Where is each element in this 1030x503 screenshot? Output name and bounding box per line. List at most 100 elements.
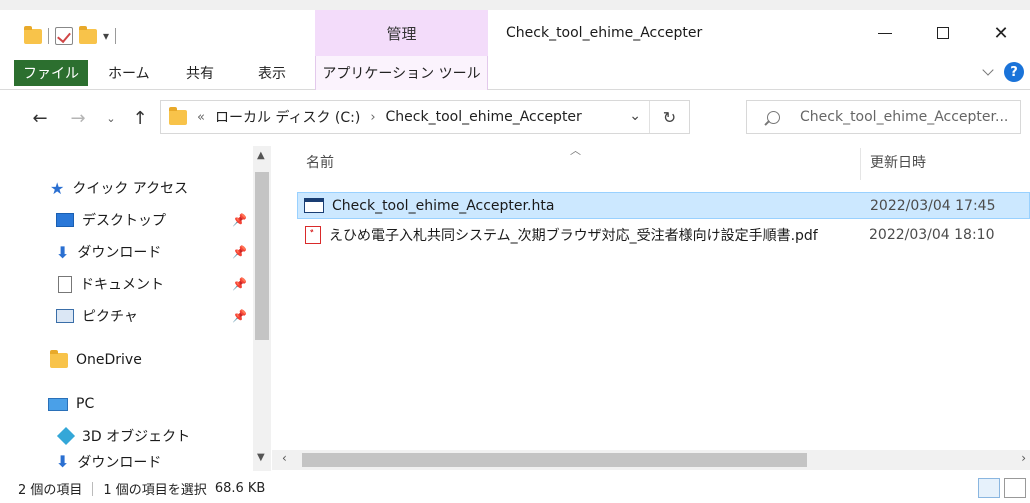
status-divider xyxy=(92,481,94,496)
minimize-button[interactable] xyxy=(856,10,914,56)
file-row-hta[interactable]: Check_tool_ehime_Accepter.hta 2022/03/04… xyxy=(297,192,1030,219)
download-arrow-icon: ⬇ xyxy=(56,452,70,471)
tab-view[interactable]: 表示 xyxy=(258,60,286,86)
tab-share[interactable]: 共有 xyxy=(186,60,214,86)
forward-button[interactable]: → xyxy=(64,106,92,130)
nav-item-documents[interactable]: ドキュメント 📌 xyxy=(58,270,256,298)
file-name: Check_tool_ehime_Accepter.hta xyxy=(332,197,555,214)
pictures-icon xyxy=(56,309,74,323)
column-header-name[interactable]: 名前 xyxy=(306,152,334,172)
item-count: 2 個の項目 xyxy=(18,483,83,498)
breadcrumb-separator[interactable]: › xyxy=(370,110,375,125)
window-top-edge xyxy=(0,0,1030,10)
folder-icon[interactable] xyxy=(24,25,42,44)
ribbon-right-controls: ? xyxy=(982,62,1024,82)
document-icon xyxy=(58,275,72,293)
nav-label: ドキュメント xyxy=(80,277,164,293)
nav-label: ダウンロード xyxy=(77,245,162,261)
horizontal-scrollbar[interactable]: ‹ › xyxy=(272,450,1030,470)
scrollbar-thumb[interactable] xyxy=(255,172,269,340)
nav-label: ダウンロード xyxy=(77,455,162,471)
star-icon: ★ xyxy=(50,178,65,198)
scrollbar-thumb[interactable] xyxy=(302,453,807,467)
column-divider[interactable] xyxy=(860,148,861,180)
file-row-pdf[interactable]: ﾞ えひめ電子入札共同システム_次期ブラウザ対応_受注者様向け設定手順書.pdf… xyxy=(297,221,1030,248)
hta-file-icon xyxy=(304,198,324,213)
pin-icon[interactable]: 📌 xyxy=(232,309,247,323)
3d-objects-icon xyxy=(56,426,76,446)
minimize-icon xyxy=(878,32,892,34)
details-view-icon[interactable] xyxy=(978,478,1000,498)
ribbon-tabs: ファイル ホーム 共有 表示 アプリケーション ツール ? xyxy=(0,56,1030,90)
file-name: えひめ電子入札共同システム_次期ブラウザ対応_受注者様向け設定手順書.pdf xyxy=(329,227,818,244)
selected-size: 68.6 KB xyxy=(214,481,266,496)
manage-context-tab[interactable]: 管理 xyxy=(315,10,488,56)
search-placeholder: Check_tool_ehime_Accepter... xyxy=(800,109,1009,125)
nav-item-3d-objects[interactable]: 3D オブジェクト xyxy=(56,422,191,450)
search-input[interactable]: Check_tool_ehime_Accepter... xyxy=(746,100,1021,134)
maximize-button[interactable] xyxy=(914,10,972,56)
sort-ascending-icon: ︿ xyxy=(570,144,581,157)
refresh-icon: ↻ xyxy=(662,107,677,127)
view-toggle xyxy=(978,478,1026,498)
pin-icon[interactable]: 📌 xyxy=(232,213,247,227)
nav-quick-access[interactable]: ★ クイック アクセス xyxy=(50,174,188,202)
breadcrumb-overflow[interactable]: « xyxy=(197,110,205,125)
nav-item-desktop[interactable]: デスクトップ 📌 xyxy=(56,206,256,234)
tab-home[interactable]: ホーム xyxy=(108,60,150,86)
nav-label: ピクチャ xyxy=(82,309,138,325)
scroll-left-icon[interactable]: ‹ xyxy=(282,451,287,465)
nav-label: デスクトップ xyxy=(82,213,166,229)
close-icon: ✕ xyxy=(993,22,1009,44)
tab-file[interactable]: ファイル xyxy=(14,60,88,86)
nav-item-pictures[interactable]: ピクチャ 📌 xyxy=(56,302,256,330)
maximize-icon xyxy=(937,27,949,39)
navigation-bar: ← → ⌄ ↑ « ローカル ディスク (C:) › Check_tool_eh… xyxy=(0,96,1030,140)
up-arrow-icon: ↑ xyxy=(132,107,148,129)
back-button[interactable]: ← xyxy=(26,106,54,130)
recent-locations-button[interactable]: ⌄ xyxy=(102,106,120,130)
nav-item-pc-downloads[interactable]: ⬇ ダウンロード xyxy=(56,452,161,472)
pin-icon[interactable]: 📌 xyxy=(232,277,247,291)
scroll-up-icon[interactable]: ▲ xyxy=(257,150,265,161)
breadcrumb-local-disk[interactable]: ローカル ディスク (C:) xyxy=(215,107,360,127)
scroll-right-icon[interactable]: › xyxy=(1021,451,1026,465)
nav-item-downloads[interactable]: ⬇ ダウンロード 📌 xyxy=(56,238,256,266)
properties-icon[interactable] xyxy=(55,27,73,45)
nav-label: 3D オブジェクト xyxy=(82,429,191,445)
file-modified: 2022/03/04 17:45 xyxy=(870,197,996,214)
file-name-cell: ﾞ えひめ電子入札共同システム_次期ブラウザ対応_受注者様向け設定手順書.pdf xyxy=(303,225,818,245)
download-arrow-icon: ⬇ xyxy=(56,242,70,262)
new-folder-icon[interactable] xyxy=(79,25,97,44)
large-icons-view-icon[interactable] xyxy=(1004,478,1026,498)
pc-icon xyxy=(48,397,68,411)
toolbar-divider xyxy=(115,28,117,44)
search-icon xyxy=(767,110,780,124)
breadcrumb-current-folder[interactable]: Check_tool_ehime_Accepter xyxy=(386,109,582,125)
expand-ribbon-icon[interactable] xyxy=(982,64,994,76)
tab-application-tools[interactable]: アプリケーション ツール xyxy=(315,56,488,90)
status-bar: 2 個の項目 1 個の項目を選択 68.6 KB xyxy=(0,474,1030,503)
scroll-down-icon[interactable]: ▼ xyxy=(257,452,265,463)
nav-item-pc[interactable]: PC xyxy=(48,390,94,418)
chevron-down-icon: ⌄ xyxy=(106,111,116,125)
column-header-modified[interactable]: 更新日時 xyxy=(870,152,926,172)
address-bar[interactable]: « ローカル ディスク (C:) › Check_tool_ehime_Acce… xyxy=(160,100,690,134)
up-button[interactable]: ↑ xyxy=(126,106,154,130)
file-modified: 2022/03/04 18:10 xyxy=(869,226,995,243)
navigation-scrollbar[interactable]: ▲ ▼ xyxy=(253,146,271,471)
nav-item-onedrive[interactable]: OneDrive xyxy=(50,346,142,374)
onedrive-folder-icon xyxy=(50,349,68,368)
nav-label: OneDrive xyxy=(76,352,142,368)
help-icon[interactable]: ? xyxy=(1004,62,1024,82)
address-dropdown-icon[interactable]: ⌄ xyxy=(629,108,641,124)
refresh-button[interactable]: ↻ xyxy=(649,101,689,133)
customize-toolbar-icon[interactable]: ▾ xyxy=(103,29,109,43)
desktop-icon xyxy=(56,213,74,227)
selected-count: 1 個の項目を選択 xyxy=(103,483,207,498)
window-title: Check_tool_ehime_Accepter xyxy=(506,25,703,41)
pin-icon[interactable]: 📌 xyxy=(232,245,247,259)
window-controls: ✕ xyxy=(856,10,1030,56)
pdf-file-icon: ﾞ xyxy=(305,225,321,244)
close-button[interactable]: ✕ xyxy=(972,10,1030,56)
